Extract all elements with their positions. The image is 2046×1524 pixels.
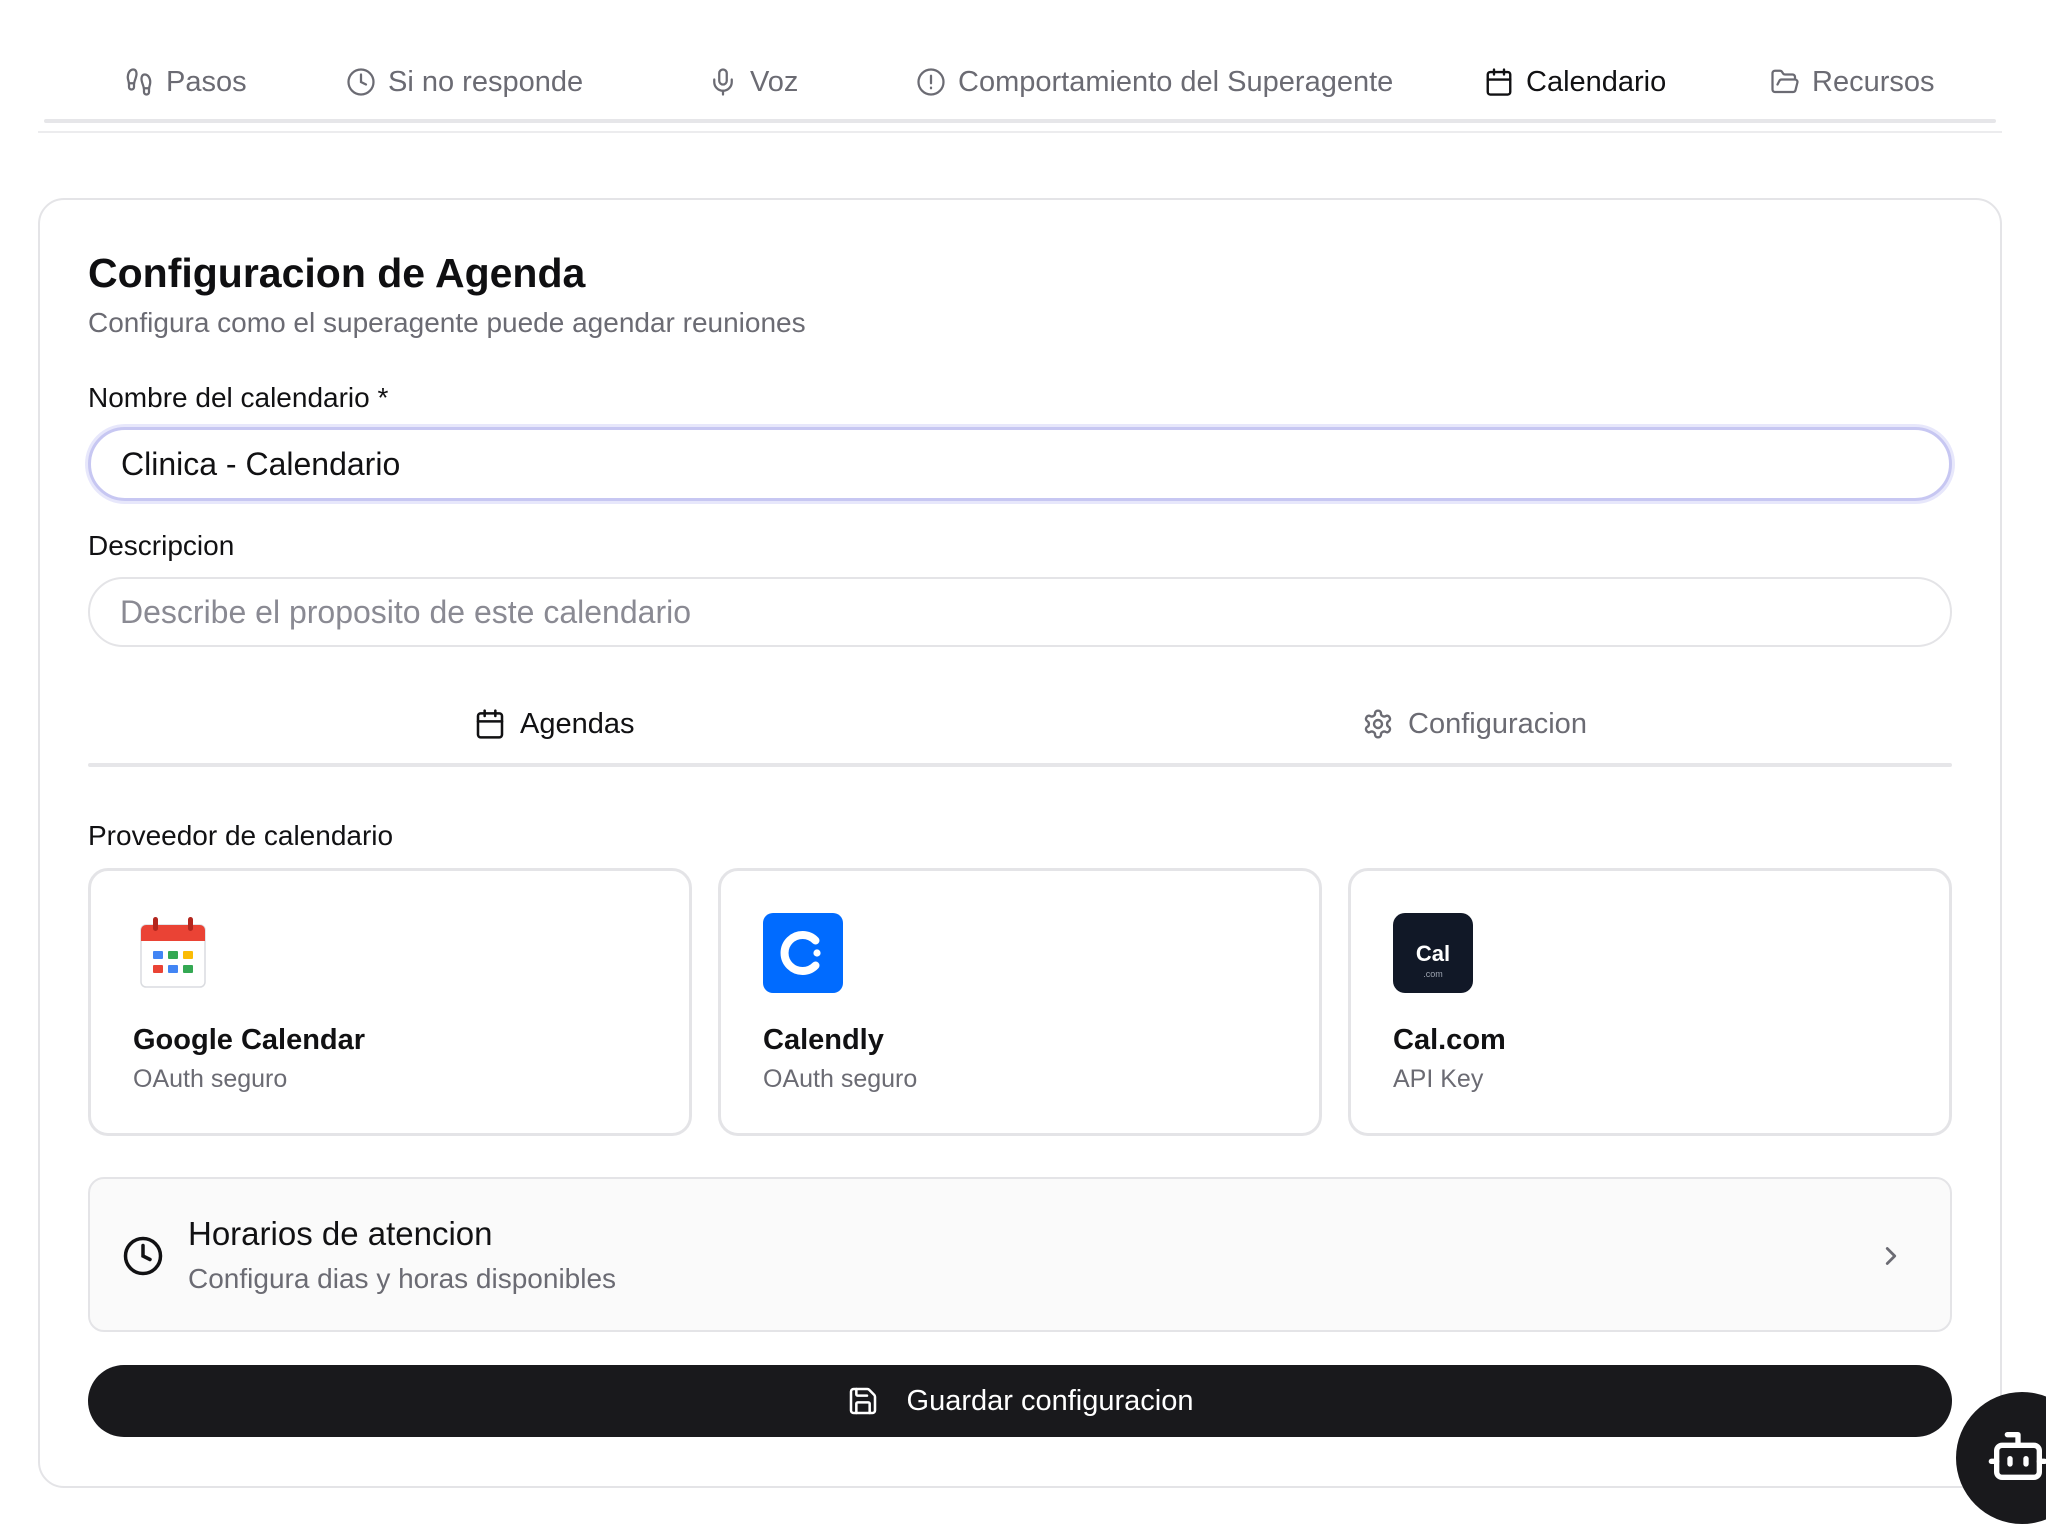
description-label: Descripcion	[88, 530, 235, 561]
gear-icon	[1364, 709, 1392, 739]
svg-text:.com: .com	[1423, 969, 1443, 979]
provider-name: Calendly	[763, 1024, 884, 1056]
save-icon	[849, 1387, 876, 1415]
folder-open-icon	[1771, 69, 1799, 94]
save-button-label: Guardar configuracion	[906, 1384, 1194, 1417]
page-subtitle: Configura como el superagente puede agen…	[88, 307, 806, 338]
provider-name: Cal.com	[1393, 1024, 1506, 1056]
provider-auth-type: API Key	[1393, 1065, 1484, 1093]
microphone-icon	[713, 68, 733, 96]
provider-card-google-calendar[interactable]: Google Calendar OAuth seguro	[88, 868, 692, 1136]
calendar-icon	[476, 709, 504, 739]
alert-circle-icon	[917, 68, 945, 96]
bot-icon	[1988, 1432, 2046, 1480]
tab-label: Pasos	[166, 65, 247, 98]
tab-label: Recursos	[1812, 65, 1935, 98]
tab-voz[interactable]: Voz	[708, 60, 798, 104]
provider-auth-type: OAuth seguro	[133, 1065, 288, 1093]
top-tab-bar: Pasos Si no responde Voz Comportamiento …	[44, 40, 1996, 124]
chevron-right-icon	[1885, 1247, 1897, 1265]
inner-tab-underline	[88, 763, 1952, 767]
tab-label: Si no responde	[388, 65, 584, 98]
tab-label: Calendario	[1526, 65, 1667, 98]
clock-icon	[347, 68, 375, 96]
provider-auth-type: OAuth seguro	[763, 1065, 918, 1093]
tab-pasos[interactable]: Pasos	[124, 60, 247, 104]
business-hours-title: Horarios de atencion	[188, 1215, 493, 1252]
provider-name: Google Calendar	[133, 1024, 366, 1056]
calendar-name-input[interactable]	[88, 427, 1952, 501]
provider-card-calcom[interactable]: Cal .com Cal.com API Key	[1348, 868, 1952, 1136]
business-hours-subtitle: Configura dias y horas disponibles	[188, 1263, 617, 1294]
description-input[interactable]	[88, 577, 1952, 647]
tab-comportamiento[interactable]: Comportamiento del Superagente	[916, 60, 1393, 104]
tab-si-no-responde[interactable]: Si no responde	[346, 60, 583, 104]
tab-label: Comportamiento del Superagente	[958, 65, 1394, 98]
clock-icon	[123, 1236, 163, 1276]
provider-section-label: Proveedor de calendario	[88, 820, 394, 851]
svg-text:Cal: Cal	[1416, 941, 1450, 966]
tab-label: Configuracion	[1408, 707, 1587, 740]
calendar-name-label: Nombre del calendario *	[88, 382, 389, 413]
tab-recursos[interactable]: Recursos	[1770, 60, 1935, 104]
tab-configuracion[interactable]: Configuracion	[1362, 702, 1587, 746]
tab-label: Voz	[750, 65, 799, 98]
divider	[38, 131, 2002, 133]
tab-label: Agendas	[520, 707, 635, 740]
calcom-logo: Cal .com	[1393, 913, 1473, 993]
google-calendar-logo	[140, 917, 206, 988]
calendar-icon	[1486, 68, 1512, 96]
page-title: Configuracion de Agenda	[88, 250, 586, 296]
footprints-icon	[126, 68, 152, 96]
tab-calendario[interactable]: Calendario	[1484, 60, 1666, 104]
save-configuration-button[interactable]: Guardar configuracion	[88, 1365, 1952, 1437]
tab-agendas[interactable]: Agendas	[474, 702, 635, 746]
business-hours-row[interactable]: Horarios de atencion Configura dias y ho…	[88, 1177, 1952, 1332]
provider-card-calendly[interactable]: Calendly OAuth seguro	[718, 868, 1322, 1136]
tab-bar-underline	[44, 119, 1996, 123]
calendly-logo	[763, 913, 843, 993]
